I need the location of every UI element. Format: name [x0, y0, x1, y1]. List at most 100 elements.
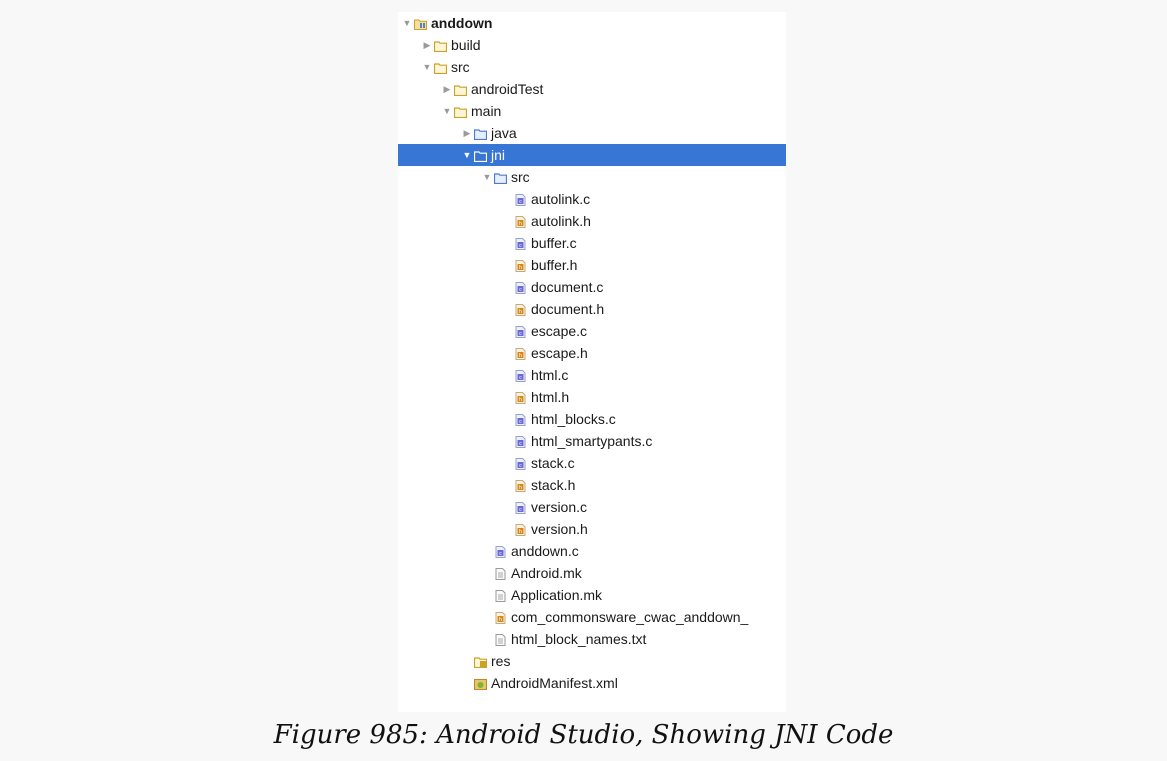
tree-row-18[interactable]: ▶chtml_blocks.c — [398, 408, 786, 430]
tree-row-9[interactable]: ▶hautolink.h — [398, 210, 786, 232]
svg-text:h: h — [519, 485, 522, 491]
tree-row-label: src — [451, 59, 470, 75]
tree-row-label: res — [491, 653, 511, 669]
h-file-icon: h — [514, 303, 527, 316]
tree-row-label: html_smartypants.c — [531, 433, 653, 449]
source-folder-icon — [473, 127, 488, 141]
tree-row-label: autolink.h — [531, 213, 591, 229]
text-file-icon — [494, 589, 507, 602]
tree-row-24[interactable]: ▶canddown.c — [398, 540, 786, 562]
text-file-icon — [494, 633, 507, 646]
tree-row-12[interactable]: ▶cdocument.c — [398, 276, 786, 298]
tree-row-label: AndroidManifest.xml — [491, 675, 618, 691]
svg-text:c: c — [519, 463, 522, 469]
resource-folder-icon — [473, 655, 488, 669]
svg-text:h: h — [519, 529, 522, 535]
svg-text:c: c — [519, 243, 522, 249]
source-folder-icon — [473, 149, 488, 163]
c-file-icon: c — [514, 193, 527, 206]
tree-row-14[interactable]: ▶cescape.c — [398, 320, 786, 342]
tree-row-label: java — [491, 125, 517, 141]
expand-arrow-icon[interactable]: ▼ — [440, 106, 454, 116]
tree-row-1[interactable]: ▶ build — [398, 34, 786, 56]
svg-text:h: h — [499, 617, 502, 623]
tree-row-29[interactable]: ▶res — [398, 650, 786, 672]
tree-row-label: jni — [491, 147, 506, 163]
tree-row-3[interactable]: ▶ androidTest — [398, 78, 786, 100]
tree-row-13[interactable]: ▶hdocument.h — [398, 298, 786, 320]
tree-row-label: anddown.c — [511, 543, 579, 559]
tree-row-label: com_commonsware_cwac_anddown_ — [511, 609, 749, 625]
tree-row-27[interactable]: ▶hcom_commonsware_cwac_anddown_ — [398, 606, 786, 628]
tree-row-2[interactable]: ▼ src — [398, 56, 786, 78]
svg-text:h: h — [519, 221, 522, 227]
c-file-icon: c — [514, 369, 527, 382]
h-file-icon: h — [514, 215, 527, 228]
collapse-arrow-icon[interactable]: ▶ — [460, 128, 474, 139]
tree-row-label: html_block_names.txt — [511, 631, 647, 647]
tree-row-28[interactable]: ▶html_block_names.txt — [398, 628, 786, 650]
tree-row-label: escape.c — [531, 323, 588, 339]
source-folder-icon — [493, 171, 508, 185]
tree-row-22[interactable]: ▶cversion.c — [398, 496, 786, 518]
tree-row-17[interactable]: ▶hhtml.h — [398, 386, 786, 408]
c-file-icon: c — [514, 325, 527, 338]
tree-row-19[interactable]: ▶chtml_smartypants.c — [398, 430, 786, 452]
h-file-icon: h — [514, 523, 527, 536]
svg-text:c: c — [519, 441, 522, 447]
tree-row-label: stack.c — [531, 455, 575, 471]
tree-row-20[interactable]: ▶cstack.c — [398, 452, 786, 474]
collapse-arrow-icon[interactable]: ▶ — [420, 40, 434, 51]
h-file-icon: h — [514, 259, 527, 272]
tree-row-8[interactable]: ▶cautolink.c — [398, 188, 786, 210]
tree-row-label: document.h — [531, 301, 605, 317]
tree-row-label: Android.mk — [511, 565, 582, 581]
tree-row-label: build — [451, 37, 481, 53]
tree-row-label: document.c — [531, 279, 604, 295]
c-file-icon: c — [514, 501, 527, 514]
tree-row-label: buffer.h — [531, 257, 578, 273]
tree-row-label: stack.h — [531, 477, 576, 493]
expand-arrow-icon[interactable]: ▼ — [480, 172, 494, 182]
c-file-icon: c — [514, 435, 527, 448]
c-file-icon: c — [514, 237, 527, 250]
svg-text:c: c — [519, 507, 522, 513]
tree-row-label: buffer.c — [531, 235, 577, 251]
tree-row-5[interactable]: ▶ java — [398, 122, 786, 144]
tree-row-15[interactable]: ▶hescape.h — [398, 342, 786, 364]
svg-text:h: h — [519, 309, 522, 315]
collapse-arrow-icon[interactable]: ▶ — [440, 84, 454, 95]
tree-row-23[interactable]: ▶hversion.h — [398, 518, 786, 540]
tree-row-label: escape.h — [531, 345, 588, 361]
c-file-icon: c — [494, 545, 507, 558]
tree-row-10[interactable]: ▶cbuffer.c — [398, 232, 786, 254]
project-tree-panel: ▼ anddown ▶ build ▼ src ▶ androidTest ▼ main ▶ java… — [398, 12, 786, 712]
module-folder-icon — [414, 17, 427, 30]
tree-row-25[interactable]: ▶Android.mk — [398, 562, 786, 584]
h-file-icon: h — [514, 479, 527, 492]
folder-icon — [453, 105, 468, 119]
expand-arrow-icon[interactable]: ▼ — [400, 18, 414, 28]
tree-row-21[interactable]: ▶hstack.h — [398, 474, 786, 496]
tree-row-30[interactable]: ▶AndroidManifest.xml — [398, 672, 786, 694]
tree-row-16[interactable]: ▶chtml.c — [398, 364, 786, 386]
expand-arrow-icon[interactable]: ▼ — [460, 150, 474, 160]
folder-icon — [433, 61, 448, 75]
h-file-icon: h — [514, 391, 527, 404]
tree-row-0[interactable]: ▼ anddown — [398, 12, 786, 34]
tree-row-label: main — [471, 103, 502, 119]
tree-row-label: html_blocks.c — [531, 411, 616, 427]
tree-row-7[interactable]: ▼ src — [398, 166, 786, 188]
tree-row-4[interactable]: ▼ main — [398, 100, 786, 122]
tree-row-11[interactable]: ▶hbuffer.h — [398, 254, 786, 276]
tree-row-label: autolink.c — [531, 191, 591, 207]
manifest-file-icon — [474, 677, 487, 690]
tree-row-label: version.h — [531, 521, 588, 537]
h-file-icon: h — [494, 611, 507, 624]
tree-row-label: anddown — [431, 15, 493, 31]
expand-arrow-icon[interactable]: ▼ — [420, 62, 434, 72]
tree-row-6[interactable]: ▼ jni — [398, 144, 786, 166]
svg-text:c: c — [519, 331, 522, 337]
svg-text:h: h — [519, 397, 522, 403]
tree-row-26[interactable]: ▶Application.mk — [398, 584, 786, 606]
